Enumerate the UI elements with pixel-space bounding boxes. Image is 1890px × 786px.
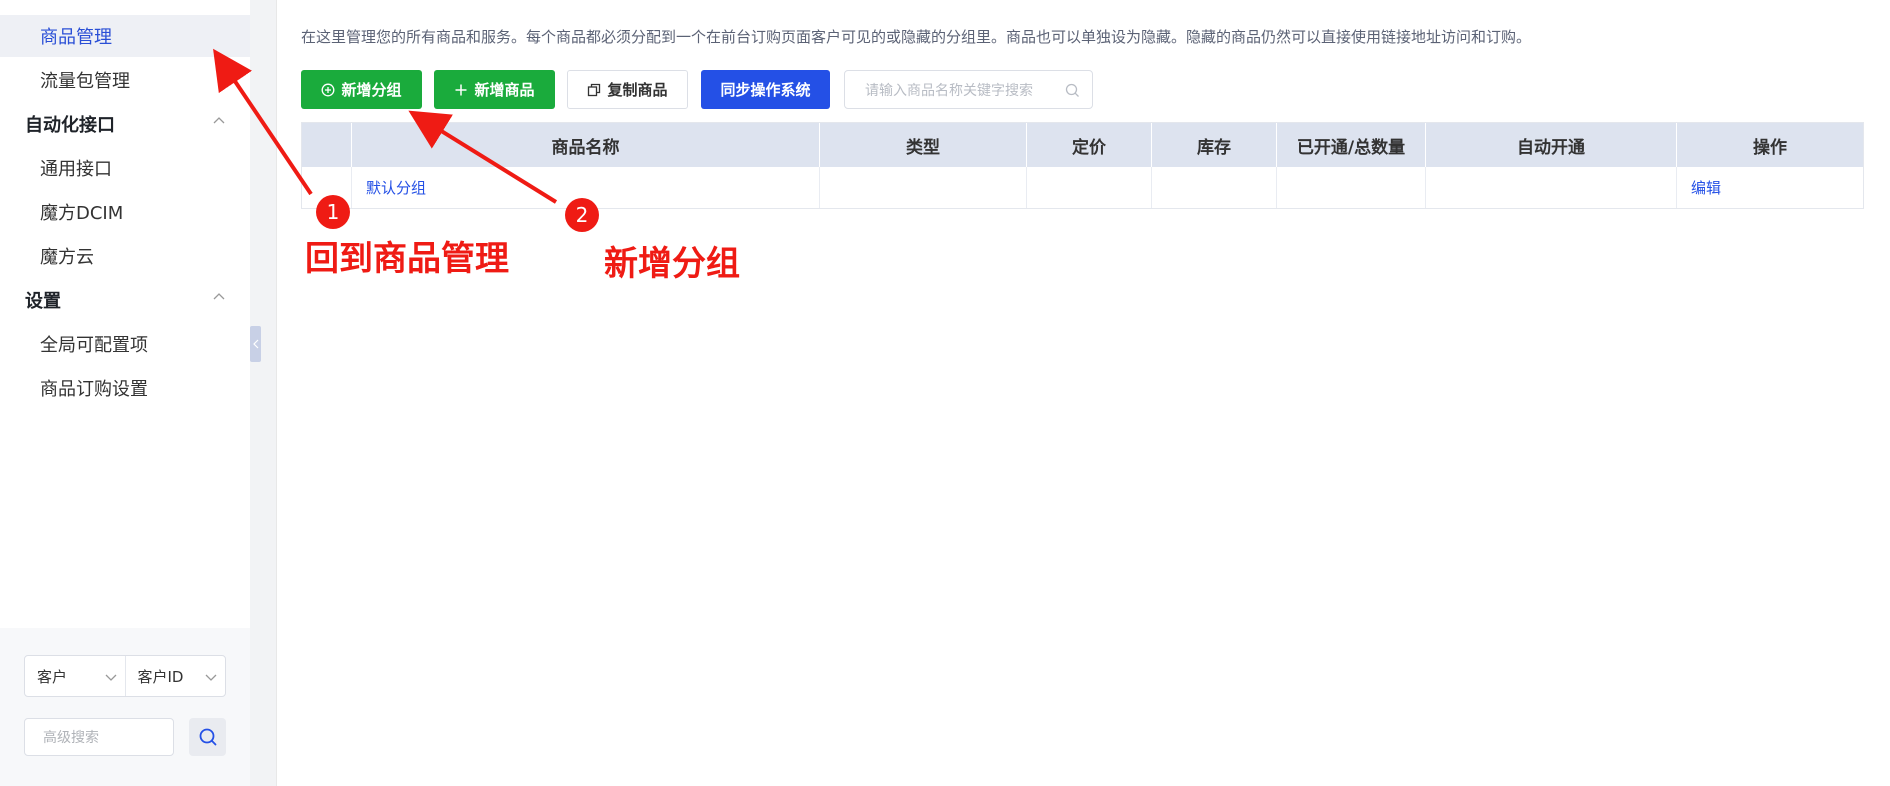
edit-link[interactable]: 编辑 bbox=[1691, 177, 1721, 198]
header-stock: 库存 bbox=[1152, 123, 1277, 167]
copy-product-button[interactable]: 复制商品 bbox=[567, 70, 688, 109]
header-opened-total: 已开通/总数量 bbox=[1277, 123, 1426, 167]
search-placeholder: 请输入商品名称关键字搜索 bbox=[865, 82, 1033, 99]
plus-icon bbox=[455, 84, 467, 95]
header-auto-open: 自动开通 bbox=[1426, 123, 1677, 167]
sidebar-item-label: 魔方云 bbox=[40, 247, 94, 268]
page-description: 在这里管理您的所有商品和服务。每个商品都必须分配到一个在前台订购页面客户可见的或… bbox=[301, 28, 1532, 46]
header-type: 类型 bbox=[820, 123, 1027, 167]
search-icon bbox=[199, 728, 216, 746]
sidebar: 商品管理 流量包管理 自动化接口 通用接口 魔方DCIM 魔方云 设置 全局可配… bbox=[0, 0, 250, 786]
row-action-cell: 编辑 bbox=[1677, 167, 1863, 208]
select-value: 客户ID bbox=[137, 667, 184, 686]
search-icon bbox=[1065, 83, 1079, 97]
customer-type-select[interactable]: 客户 bbox=[25, 656, 126, 696]
sidebar-item-label: 流量包管理 bbox=[40, 71, 130, 92]
sync-os-button[interactable]: 同步操作系统 bbox=[701, 70, 830, 109]
sidebar-item-label: 通用接口 bbox=[40, 159, 112, 180]
chevron-up-icon bbox=[213, 117, 225, 124]
sidebar-item-cloud[interactable]: 魔方云 bbox=[0, 235, 250, 277]
advanced-search-placeholder: 高级搜索 bbox=[43, 730, 99, 746]
annotation-badge-1: 1 bbox=[316, 195, 350, 229]
chevron-up-icon bbox=[213, 293, 225, 300]
chevron-down-icon bbox=[105, 674, 116, 681]
main-panel: 在这里管理您的所有商品和服务。每个商品都必须分配到一个在前台订购页面客户可见的或… bbox=[276, 0, 1890, 786]
header-product-name: 商品名称 bbox=[352, 123, 820, 167]
sidebar-group-label: 自动化接口 bbox=[25, 115, 115, 136]
annotation-label-1: 回到商品管理 bbox=[305, 239, 509, 279]
header-price: 定价 bbox=[1027, 123, 1152, 167]
sidebar-item-order-settings[interactable]: 商品订购设置 bbox=[0, 367, 250, 409]
header-checkbox-col bbox=[302, 123, 352, 167]
chevron-down-icon bbox=[205, 674, 217, 681]
table-header: 商品名称 类型 定价 库存 已开通/总数量 自动开通 操作 bbox=[302, 123, 1863, 167]
customer-id-select[interactable]: 客户ID bbox=[126, 656, 226, 696]
header-actions: 操作 bbox=[1753, 137, 1787, 158]
sidebar-filter-panel: 客户 客户ID 高级搜索 bbox=[0, 628, 250, 786]
add-product-label: 新增商品 bbox=[474, 81, 535, 99]
advanced-search-input[interactable]: 高级搜索 bbox=[24, 718, 174, 756]
sidebar-item-traffic-package[interactable]: 流量包管理 bbox=[0, 59, 250, 101]
sidebar-collapse-handle[interactable] bbox=[250, 326, 261, 362]
sidebar-group-settings[interactable]: 设置 bbox=[0, 279, 250, 321]
row-price-cell bbox=[1027, 167, 1152, 208]
sidebar-group-automation[interactable]: 自动化接口 bbox=[0, 103, 250, 145]
row-type-cell bbox=[820, 167, 1027, 208]
copy-icon bbox=[588, 83, 601, 96]
plus-circle-icon bbox=[322, 83, 335, 96]
sidebar-item-general-api[interactable]: 通用接口 bbox=[0, 147, 250, 189]
select-value: 客户 bbox=[37, 667, 68, 686]
sidebar-group-label: 设置 bbox=[25, 291, 61, 312]
chevron-left-icon bbox=[252, 339, 258, 349]
sidebar-item-label: 商品订购设置 bbox=[40, 379, 148, 400]
customer-filter-select: 客户 客户ID bbox=[24, 655, 226, 697]
row-opened-cell bbox=[1277, 167, 1426, 208]
product-search-input[interactable]: 请输入商品名称关键字搜索 bbox=[844, 70, 1093, 109]
sync-os-label: 同步操作系统 bbox=[720, 81, 811, 99]
sidebar-item-label: 魔方DCIM bbox=[40, 203, 124, 224]
group-name-link[interactable]: 默认分组 bbox=[366, 177, 426, 198]
row-stock-cell bbox=[1152, 167, 1277, 208]
table-row: 默认分组 编辑 bbox=[302, 167, 1863, 208]
annotation-label-2: 新增分组 bbox=[604, 244, 740, 284]
add-group-button[interactable]: 新增分组 bbox=[301, 70, 422, 109]
sidebar-item-label: 全局可配置项 bbox=[40, 335, 148, 356]
sidebar-item-label: 商品管理 bbox=[40, 27, 112, 48]
product-table: 商品名称 类型 定价 库存 已开通/总数量 自动开通 操作 默认分组 编辑 bbox=[301, 122, 1864, 209]
sidebar-item-product-management[interactable]: 商品管理 bbox=[0, 15, 250, 57]
advanced-search-button[interactable] bbox=[189, 718, 226, 756]
add-product-button[interactable]: 新增商品 bbox=[434, 70, 555, 109]
sidebar-item-global-config[interactable]: 全局可配置项 bbox=[0, 323, 250, 365]
copy-product-label: 复制商品 bbox=[607, 81, 668, 99]
annotation-badge-2: 2 bbox=[565, 198, 599, 232]
row-auto-cell bbox=[1426, 167, 1677, 208]
sidebar-item-dcim[interactable]: 魔方DCIM bbox=[0, 191, 250, 233]
add-group-label: 新增分组 bbox=[341, 81, 402, 99]
